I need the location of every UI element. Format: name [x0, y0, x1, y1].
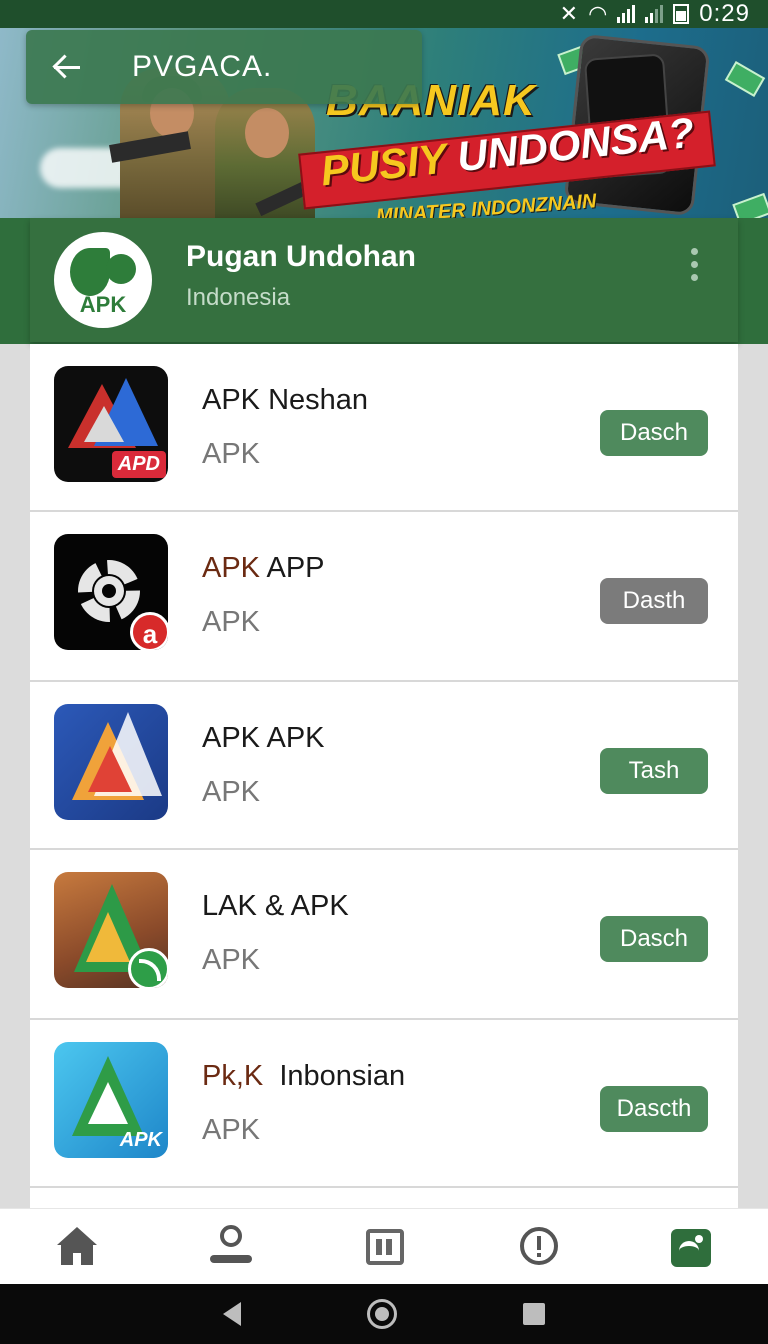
list-item[interactable]: a APK APP APK Dasth [30, 512, 738, 682]
profile-name: Pugan Undohan [186, 240, 416, 273]
nav-alerts[interactable] [508, 1217, 568, 1277]
app-icon: APD [54, 366, 168, 482]
home-icon [56, 1226, 97, 1267]
app-bar: PVGACA. [26, 30, 422, 104]
app-icon: APK [54, 1042, 168, 1158]
list-item[interactable]: APK Pk,K Inbonsian APK Dascth [30, 1020, 738, 1190]
nav-calendar[interactable] [354, 1217, 414, 1277]
app-icon [54, 704, 168, 820]
app-action-button[interactable]: Tash [600, 748, 708, 794]
clock: 0:29 [699, 0, 750, 27]
page-title: PVGACA. [132, 50, 273, 83]
alert-icon [519, 1226, 558, 1265]
app-action-button[interactable]: Dasch [600, 916, 708, 962]
app-subtitle: APK [202, 776, 261, 808]
app-action-button[interactable]: Dascth [600, 1086, 708, 1132]
app-subtitle: APK [202, 1114, 261, 1146]
mute-icon: ✕ [559, 1, 579, 26]
nav-home[interactable] [47, 1217, 107, 1277]
app-name: LAK & APK [202, 890, 349, 922]
home-icon[interactable] [367, 1299, 397, 1329]
app-name: APK APP [202, 552, 325, 584]
system-navigation [0, 1284, 768, 1344]
calendar-icon [365, 1228, 404, 1265]
money-graphic [732, 192, 768, 218]
wifi-icon: ◠ [588, 1, 608, 26]
list-item-partial [30, 1186, 738, 1210]
nav-store[interactable] [661, 1217, 721, 1277]
app-icon-badge: APD [111, 451, 166, 478]
list-item[interactable]: APK APK APK Tash [30, 682, 738, 850]
more-vertical-icon[interactable] [686, 248, 702, 288]
profile-subtitle: Indonesia [186, 284, 291, 311]
soldier-head [245, 108, 289, 158]
app-name: Pk,K Inbonsian [202, 1060, 406, 1092]
app-name: APK Neshan [202, 384, 369, 416]
money-graphic [724, 60, 766, 98]
circle-shape [106, 254, 136, 284]
app-list: APD APK Neshan APK Dasch a APK APP APK D… [30, 344, 738, 1190]
app-action-button[interactable]: Dasch [600, 410, 708, 456]
recents-icon[interactable] [523, 1303, 545, 1325]
profile-card: APK Pugan Undohan Indonesia [30, 218, 738, 342]
back-icon[interactable] [223, 1302, 241, 1326]
profile-icon[interactable] [200, 1217, 260, 1277]
apk-logo: APK [54, 232, 152, 328]
app-subtitle: APK [202, 438, 261, 470]
arrow-left-icon[interactable] [52, 52, 82, 82]
app-subtitle: APK [202, 944, 261, 976]
battery-icon [673, 4, 690, 24]
app-icon-badge: APK [119, 1129, 162, 1151]
leaf-shape [70, 248, 110, 296]
app-action-button[interactable]: Dasth [600, 578, 708, 624]
app-icon [54, 872, 168, 988]
logo-text: APK [79, 292, 127, 317]
status-bar: ✕ ◠ 0:29 [0, 0, 768, 28]
signal-icon [645, 5, 664, 23]
list-item[interactable]: LAK & APK APK Dasch [30, 850, 738, 1020]
bottom-navigation [0, 1208, 768, 1284]
app-name: APK APK [202, 722, 325, 754]
app-icon-badge: a [130, 612, 168, 650]
feed-icon [128, 948, 168, 988]
list-item[interactable]: APD APK Neshan APK Dasch [30, 344, 738, 512]
app-icon: a [54, 534, 168, 650]
store-icon [671, 1228, 712, 1267]
app-subtitle: APK [202, 606, 261, 638]
signal-icon [617, 5, 636, 23]
